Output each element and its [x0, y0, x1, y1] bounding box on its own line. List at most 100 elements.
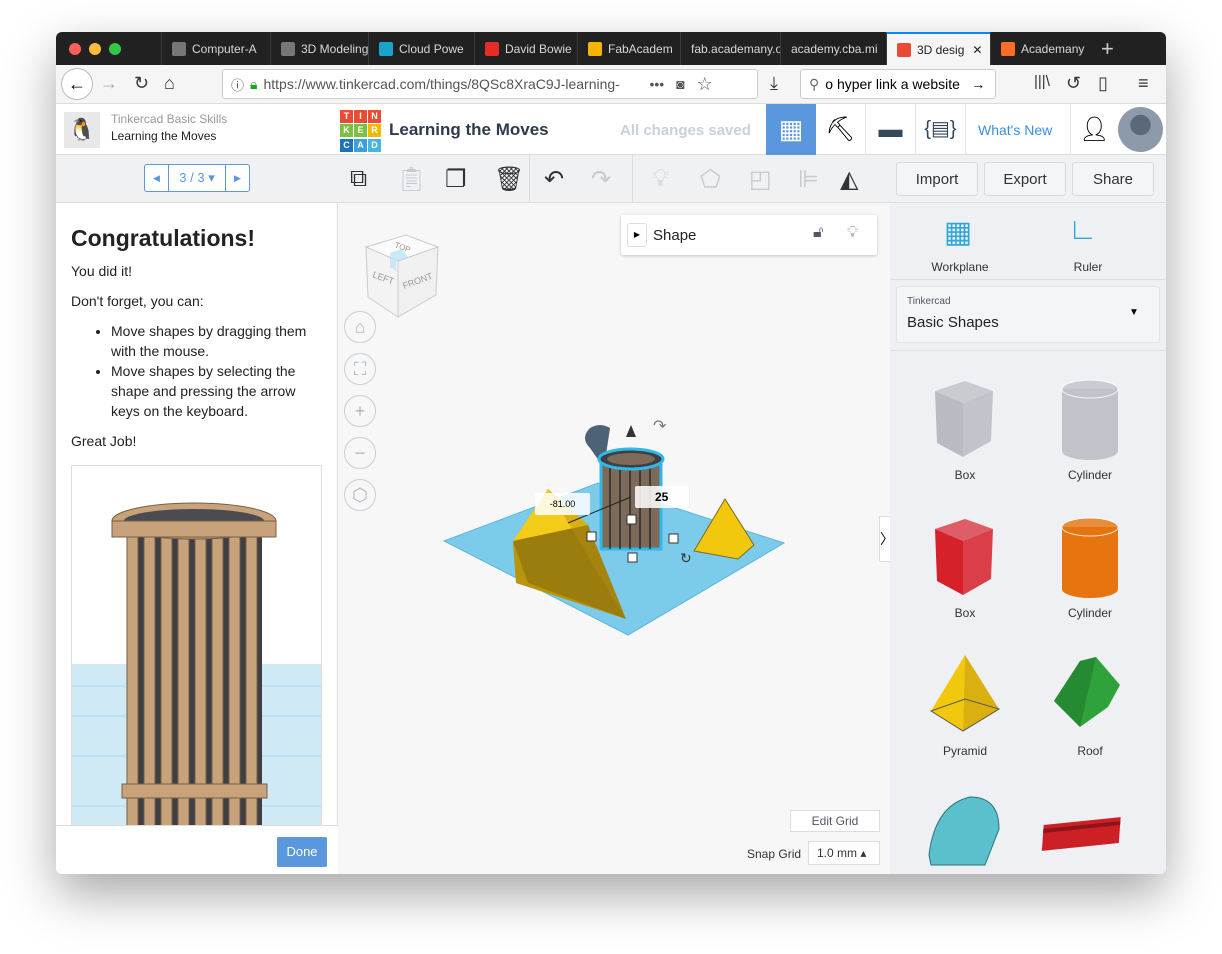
export-button[interactable]: Export: [984, 162, 1066, 196]
workplane-button[interactable]: Workplane: [920, 260, 1000, 274]
go-arrow-icon[interactable]: →: [971, 76, 985, 92]
done-button[interactable]: Done: [277, 837, 327, 867]
browser-tab[interactable]: Cloud Powe: [368, 32, 474, 65]
sidebar-icon[interactable]: ▯: [1098, 73, 1108, 94]
import-button[interactable]: Import: [896, 162, 978, 196]
align-icon[interactable]: ⊫: [798, 165, 819, 194]
3d-view-button[interactable]: ▦: [766, 104, 816, 155]
group-icon[interactable]: ⬠: [700, 165, 721, 194]
lightbulb-icon[interactable]: 💡︎: [847, 224, 858, 242]
tinkercad-logo[interactable]: TIN KER CAD: [340, 110, 382, 152]
browser-tab[interactable]: Computer-A: [161, 32, 270, 65]
scene[interactable]: ↻ ↷: [438, 413, 788, 643]
rotate-handle-icon[interactable]: ↻: [680, 550, 692, 566]
codeblocks-button[interactable]: {▤}: [916, 104, 966, 155]
forward-button[interactable]: →: [100, 73, 118, 94]
browser-tab[interactable]: fab.academany.o: [680, 32, 780, 65]
browser-tab[interactable]: FabAcadem: [577, 32, 680, 65]
tinkercad-header: 🐧 Tinkercad Basic Skills Learning the Mo…: [56, 104, 1166, 155]
zoom-in-button[interactable]: +: [344, 395, 376, 427]
snap-grid-select[interactable]: 1.0 mm ▴: [808, 841, 880, 865]
ruler-button[interactable]: Ruler: [1048, 260, 1128, 274]
shape-tile-box[interactable]: Box: [902, 509, 1028, 620]
ungroup-icon[interactable]: ◰: [749, 165, 772, 194]
nav-bar: ← → ↻ ⌂ ⓘ 🔒︎ https://www.tinkercad.com/t…: [56, 65, 1166, 104]
add-user-icon[interactable]: 👤︎: [1070, 104, 1118, 155]
design-title[interactable]: Learning the Moves: [389, 120, 549, 140]
perspective-button[interactable]: ⬡: [344, 479, 376, 511]
bookmark-star-icon[interactable]: ☆: [697, 74, 713, 95]
dimension-label[interactable]: -81.00: [535, 493, 590, 515]
lock-icon: 🔒︎: [250, 75, 258, 92]
dimension-input[interactable]: 25: [635, 486, 690, 508]
next-step-button[interactable]: ▶: [225, 165, 249, 191]
copy-icon[interactable]: ⧉: [350, 165, 367, 193]
bricks-button[interactable]: ▬: [866, 104, 916, 155]
menu-icon[interactable]: ≡: [1138, 73, 1149, 94]
search-input[interactable]: ⚲ o hyper link a website →: [800, 69, 996, 99]
pocket-icon[interactable]: ◙: [676, 76, 684, 92]
download-icon[interactable]: ⤓: [770, 73, 778, 94]
shape-tile-cylinder[interactable]: Cylinder: [1027, 509, 1153, 620]
zoom-out-button[interactable]: −: [344, 437, 376, 469]
lightbulb-icon[interactable]: 💡︎: [652, 165, 669, 193]
close-tab-icon[interactable]: ✕: [972, 43, 982, 57]
unlock-icon[interactable]: 🔓︎: [813, 224, 823, 242]
library-icon[interactable]: |||\: [1034, 73, 1050, 90]
shape-tile-half[interactable]: [902, 785, 1028, 874]
ruler-icon[interactable]: ∟: [1068, 213, 1097, 247]
home-button[interactable]: ⌂: [164, 73, 175, 94]
shape-tile-box[interactable]: Box: [902, 371, 1028, 482]
browser-tab[interactable]: David Bowie: [474, 32, 577, 65]
home-view-button[interactable]: ⌂: [344, 311, 376, 343]
reload-button[interactable]: ↻: [134, 73, 149, 94]
whats-new-link[interactable]: What's New: [978, 122, 1052, 138]
resize-handle[interactable]: [586, 531, 597, 542]
logo-letter: T: [340, 110, 353, 123]
step-dropdown[interactable]: 3 / 3 ▾: [169, 165, 225, 191]
more-icon[interactable]: •••: [649, 76, 664, 92]
mirror-icon[interactable]: ◭: [840, 165, 858, 194]
browser-tab[interactable]: 3D Modeling: [270, 32, 368, 65]
browser-tab[interactable]: 3D desig ✕: [886, 32, 990, 65]
delete-trash-icon[interactable]: 🗑︎: [494, 165, 524, 194]
back-button[interactable]: ←: [61, 68, 93, 100]
url-text[interactable]: https://www.tinkercad.com/things/8QSc8Xr…: [263, 76, 633, 92]
browser-tab[interactable]: Academany: [990, 32, 1086, 65]
prev-step-button[interactable]: ◀: [145, 165, 169, 191]
url-bar[interactable]: ⓘ 🔒︎ https://www.tinkercad.com/things/8Q…: [222, 69, 758, 99]
resize-handle[interactable]: [668, 533, 679, 544]
resize-handle[interactable]: [627, 552, 638, 563]
shape-tile-text[interactable]: [1027, 785, 1153, 874]
rotate-handle-icon[interactable]: ↷: [653, 418, 667, 435]
share-button[interactable]: Share: [1072, 162, 1154, 196]
minimize-window-button[interactable]: [89, 43, 101, 55]
user-avatar[interactable]: [1118, 107, 1163, 152]
tab-label: Computer-A: [192, 41, 257, 56]
zoom-window-button[interactable]: [109, 43, 121, 55]
expand-panel-button[interactable]: ▶: [627, 223, 647, 247]
blocks-pickaxe-button[interactable]: ⛏: [816, 104, 866, 155]
info-icon[interactable]: ⓘ: [231, 75, 244, 94]
shape-tile-cylinder[interactable]: Cylinder: [1027, 371, 1153, 482]
shape-library-dropdown[interactable]: Tinkercad Basic Shapes ▼: [896, 286, 1160, 343]
snap-grid-value: 1.0 mm: [817, 846, 858, 860]
fit-view-button[interactable]: ⛶: [344, 353, 376, 385]
redo-icon[interactable]: ↷: [591, 165, 611, 194]
shape-tile-roof[interactable]: Roof: [1027, 647, 1153, 758]
resize-handle[interactable]: [626, 514, 637, 525]
undo-icon[interactable]: ↶: [544, 165, 564, 194]
new-tab-button[interactable]: +: [1101, 36, 1114, 62]
lesson-course: Tinkercad Basic Skills: [111, 112, 228, 126]
paste-icon[interactable]: 📋︎: [396, 165, 426, 194]
browser-tab[interactable]: academy.cba.mi: [780, 32, 886, 65]
duplicate-icon[interactable]: ❐: [445, 165, 467, 194]
close-window-button[interactable]: [69, 43, 81, 55]
view-cube[interactable]: TOP LEFT FRONT: [358, 227, 448, 322]
edit-grid-button[interactable]: Edit Grid: [790, 810, 880, 832]
history-icon[interactable]: ↺: [1066, 73, 1081, 94]
workplane-icon[interactable]: ▦: [938, 215, 978, 250]
shape-tile-pyramid[interactable]: Pyramid: [902, 647, 1028, 758]
lift-arrow-handle[interactable]: [626, 425, 636, 437]
3d-viewport[interactable]: TOP LEFT FRONT ⌂ ⛶ + − ⬡ ▶ Shape 🔓︎ 💡︎ ↻…: [338, 203, 894, 874]
